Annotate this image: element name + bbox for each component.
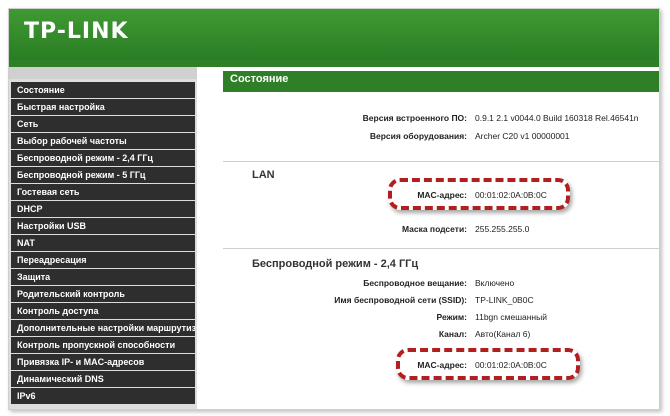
lan-mask-label: Маска подсети: bbox=[401, 224, 467, 234]
sidebar-item-guest-network[interactable]: Гостевая сеть bbox=[11, 184, 195, 200]
sidebar: Состояние Быстрая настройка Сеть Выбор р… bbox=[9, 67, 197, 409]
mode-value: 11bgn смешанный bbox=[475, 312, 547, 322]
sidebar-item-ipv6[interactable]: IPv6 bbox=[11, 388, 195, 404]
section-title: Состояние bbox=[230, 73, 289, 85]
sidebar-item-quick-setup[interactable]: Быстрая настройка bbox=[11, 99, 195, 115]
sidebar-item-usb[interactable]: Настройки USB bbox=[11, 218, 195, 234]
wireless-mac-highlight bbox=[396, 348, 580, 380]
sidebar-item-ip-mac-binding[interactable]: Привязка IP- и MAC-адресов bbox=[11, 354, 195, 370]
sidebar-item-access-control[interactable]: Контроль доступа bbox=[11, 303, 195, 319]
firmware-label: Версия встроенного ПО: bbox=[362, 113, 467, 123]
header-strip bbox=[9, 60, 659, 67]
mode-label: Режим: bbox=[436, 312, 467, 322]
hardware-value: Archer C20 v1 00000001 bbox=[475, 131, 570, 141]
divider bbox=[223, 161, 659, 162]
ssid-label: Имя беспроводной сети (SSID): bbox=[334, 295, 467, 305]
main-content: Состояние Версия встроенного ПО: 0.9.1 2… bbox=[197, 67, 659, 409]
sidebar-item-dhcp[interactable]: DHCP bbox=[11, 201, 195, 217]
lan-mask-value: 255.255.255.0 bbox=[475, 224, 530, 234]
broadcast-label: Беспроводное вещание: bbox=[363, 278, 467, 288]
sidebar-item-security[interactable]: Защита bbox=[11, 269, 195, 285]
channel-label: Канал: bbox=[438, 329, 467, 339]
wireless-title: Беспроводной режим - 2,4 ГГц bbox=[252, 258, 419, 270]
sidebar-item-ddns[interactable]: Динамический DNS bbox=[11, 371, 195, 387]
sidebar-item-wireless-5[interactable]: Беспроводной режим - 5 ГГц bbox=[11, 167, 195, 183]
sidebar-item-parental-control[interactable]: Родительский контроль bbox=[11, 286, 195, 302]
sidebar-item-network[interactable]: Сеть bbox=[11, 116, 195, 132]
divider bbox=[223, 248, 659, 249]
header-bar: TP-LINK bbox=[9, 9, 659, 60]
hardware-label: Версия оборудования: bbox=[369, 131, 467, 141]
sidebar-item-nat[interactable]: NAT bbox=[11, 235, 195, 251]
tp-link-logo: TP-LINK bbox=[24, 19, 129, 44]
sidebar-item-wireless-24[interactable]: Беспроводной режим - 2,4 ГГц bbox=[11, 150, 195, 166]
sidebar-item-status[interactable]: Состояние bbox=[11, 82, 195, 98]
lan-mac-highlight bbox=[388, 178, 570, 210]
sidebar-top bbox=[9, 67, 197, 79]
ssid-value: TP-LINK_0B0C bbox=[475, 295, 534, 305]
channel-value: Авто(Канал 6) bbox=[475, 329, 531, 339]
lan-title: LAN bbox=[252, 169, 275, 181]
router-admin-page: TP-LINK Состояние Быстрая настройка Сеть… bbox=[8, 8, 660, 410]
sidebar-item-bandwidth-control[interactable]: Контроль пропускной способности bbox=[11, 337, 195, 353]
sidebar-item-band-selection[interactable]: Выбор рабочей частоты bbox=[11, 133, 195, 149]
sidebar-item-advanced-routing[interactable]: Дополнительные настройки маршрутизации bbox=[11, 320, 195, 336]
broadcast-value: Включено bbox=[475, 278, 515, 288]
firmware-value: 0.9.1 2.1 v0044.0 Build 160318 Rel.46541… bbox=[475, 113, 639, 123]
sidebar-item-forwarding[interactable]: Переадресация bbox=[11, 252, 195, 268]
